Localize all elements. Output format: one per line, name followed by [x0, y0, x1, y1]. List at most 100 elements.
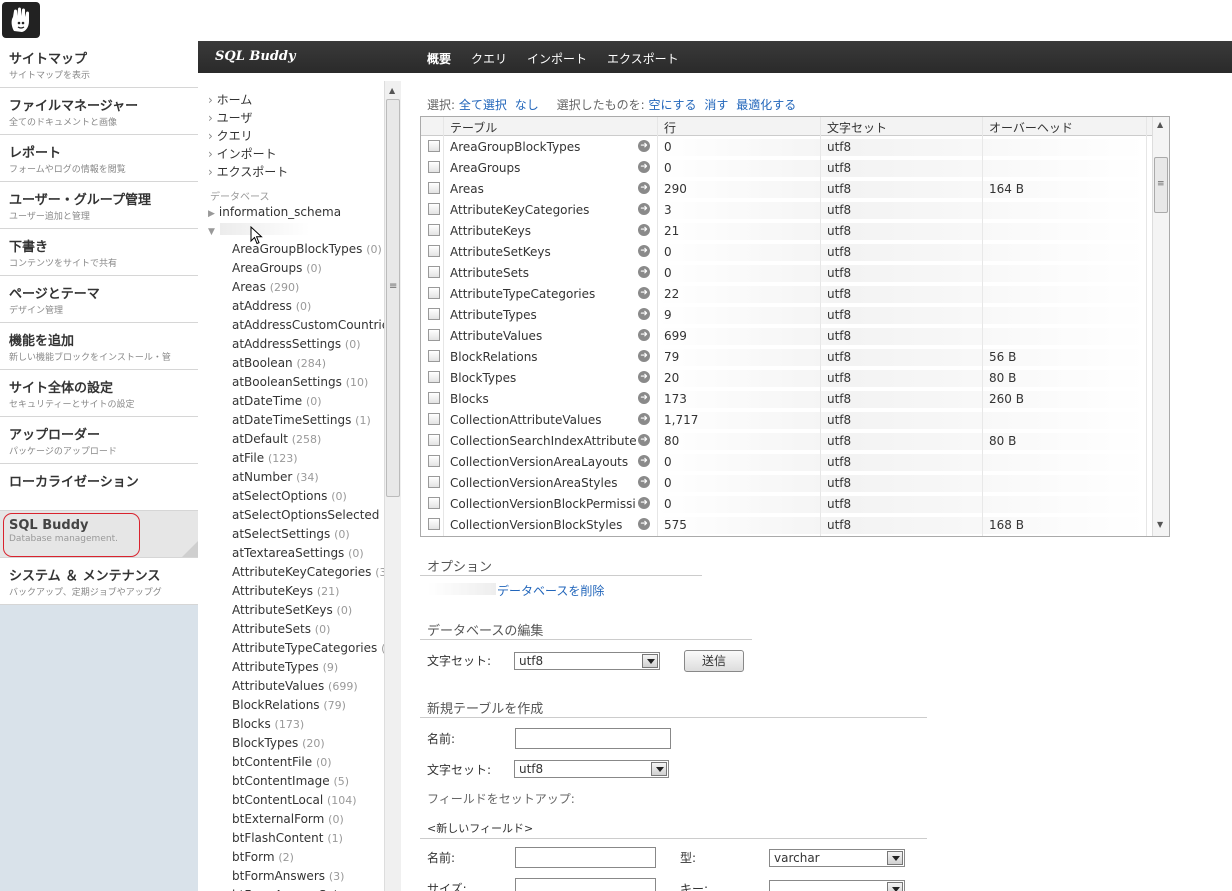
tree-table-item[interactable]: atDateTimeSettings (1)	[232, 411, 384, 430]
row-arrow-icon[interactable]: ➜	[638, 518, 650, 530]
row-table-name[interactable]: CollectionSearchIndexAttributes	[450, 434, 636, 448]
row-arrow-icon[interactable]: ➜	[638, 329, 650, 341]
sidebar-item-pages-themes[interactable]: ページとテーマ デザイン管理	[0, 276, 198, 323]
tree-table-item[interactable]: atSelectOptionsSelected (0	[232, 506, 384, 525]
tree-table-item[interactable]: AttributeValues (699)	[232, 677, 384, 696]
row-arrow-icon[interactable]: ➜	[638, 140, 650, 152]
table-row[interactable]: CollectionVersionBlockStyles ➜ 575 utf8 168 …	[421, 515, 1149, 536]
row-table-name[interactable]: AttributeValues	[450, 329, 636, 343]
tree-table-item[interactable]: atDefault (258)	[232, 430, 384, 449]
edit-charset-select[interactable]: utf8	[514, 652, 660, 670]
sidebar-item-sitemap[interactable]: サイトマップ サイトマップを表示	[0, 41, 198, 88]
database-expanded[interactable]: ▼	[208, 223, 219, 237]
table-row[interactable]: Blocks ➜ 173 utf8 260 B	[421, 389, 1149, 410]
row-checkbox[interactable]	[428, 161, 440, 173]
row-checkbox[interactable]	[428, 308, 440, 320]
sidebar-item-add-functionality[interactable]: 機能を追加 新しい機能ブロックをインストール・管	[0, 323, 198, 370]
tree-table-item[interactable]: AttributeKeys (21)	[232, 582, 384, 601]
optimize-link[interactable]: 最適化する	[736, 98, 796, 112]
tree-table-item[interactable]: btFormAnswers (3)	[232, 867, 384, 886]
table-row[interactable]: AttributeValues ➜ 699 utf8	[421, 326, 1149, 347]
sidebar-item-uploader[interactable]: アップローダー パッケージのアップロード	[0, 417, 198, 464]
row-arrow-icon[interactable]: ➜	[638, 308, 650, 320]
tree-table-item[interactable]: AttributeTypes (9)	[232, 658, 384, 677]
tree-table-item[interactable]: atBoolean (284)	[232, 354, 384, 373]
sidebar-item-file-manager[interactable]: ファイルマネージャー 全てのドキュメントと画像	[0, 88, 198, 135]
table-row[interactable]: CollectionVersionBlockPermissio ➜ 0 utf8	[421, 494, 1149, 515]
tree-menu-home[interactable]: ホーム	[208, 91, 288, 109]
row-arrow-icon[interactable]: ➜	[638, 266, 650, 278]
tree-table-item[interactable]: AttributeSetKeys (0)	[232, 601, 384, 620]
row-checkbox[interactable]	[428, 518, 440, 530]
row-table-name[interactable]: BlockRelations	[450, 350, 636, 364]
tree-table-item[interactable]: btFormAnswerSet (1)	[232, 886, 384, 891]
row-table-name[interactable]: Areas	[450, 182, 636, 196]
tree-table-item[interactable]: atSelectOptions (0)	[232, 487, 384, 506]
row-checkbox[interactable]	[428, 350, 440, 362]
row-arrow-icon[interactable]: ➜	[638, 245, 650, 257]
row-arrow-icon[interactable]: ➜	[638, 182, 650, 194]
table-row[interactable]: AttributeTypeCategories ➜ 22 utf8	[421, 284, 1149, 305]
row-checkbox[interactable]	[428, 413, 440, 425]
field-key-select[interactable]	[769, 880, 905, 891]
tree-table-item[interactable]: atNumber (34)	[232, 468, 384, 487]
table-row[interactable]: Areas ➜ 290 utf8 164 B	[421, 179, 1149, 200]
sidebar-item-drafts[interactable]: 下書き コンテンツをサイトで共有	[0, 229, 198, 276]
tree-scrollbar[interactable]: ▲ ≡	[384, 81, 401, 891]
row-checkbox[interactable]	[428, 434, 440, 446]
sidebar-item-localization[interactable]: ローカライゼーション	[0, 464, 198, 511]
tree-table-item[interactable]: atAddressCustomCountries	[232, 316, 384, 335]
tree-table-item[interactable]: AreaGroups (0)	[232, 259, 384, 278]
sidebar-item-sql-buddy[interactable]: SQL Buddy Database management.	[0, 511, 198, 558]
tree-table-item[interactable]: Areas (290)	[232, 278, 384, 297]
tree-menu-import[interactable]: インポート	[208, 145, 288, 163]
row-table-name[interactable]: AttributeTypes	[450, 308, 636, 322]
row-table-name[interactable]: CollectionAttributeValues	[450, 413, 636, 427]
scroll-down-arrow-icon[interactable]: ▼	[1157, 520, 1163, 529]
field-size-input[interactable]	[515, 878, 656, 891]
table-row[interactable]: CollectionVersionAreaStyles ➜ 0 utf8	[421, 473, 1149, 494]
tree-table-item[interactable]: btContentImage (5)	[232, 772, 384, 791]
tree-table-item[interactable]: AttributeSets (0)	[232, 620, 384, 639]
tree-table-item[interactable]: Blocks (173)	[232, 715, 384, 734]
row-table-name[interactable]: CollectionVersionBlockPermissio	[450, 497, 636, 511]
field-name-input[interactable]	[515, 847, 656, 868]
tree-menu-users[interactable]: ユーザ	[208, 109, 288, 127]
tree-table-item[interactable]: btFlashContent (1)	[232, 829, 384, 848]
table-row[interactable]: AreaGroups ➜ 0 utf8	[421, 158, 1149, 179]
row-arrow-icon[interactable]: ➜	[638, 224, 650, 236]
row-arrow-icon[interactable]: ➜	[638, 413, 650, 425]
table-row[interactable]: AttributeSets ➜ 0 utf8	[421, 263, 1149, 284]
row-checkbox[interactable]	[428, 203, 440, 215]
tree-table-item[interactable]: atAddress (0)	[232, 297, 384, 316]
row-table-name[interactable]: CollectionVersionAreaLayouts	[450, 455, 636, 469]
tree-table-item[interactable]: atSelectSettings (0)	[232, 525, 384, 544]
table-row[interactable]: CollectionVersionAreaLayouts ➜ 0 utf8	[421, 452, 1149, 473]
submit-button[interactable]: 送信	[684, 650, 744, 672]
tree-table-item[interactable]: btExternalForm (0)	[232, 810, 384, 829]
sidebar-item-site-settings[interactable]: サイト全体の設定 セキュリティーとサイトの設定	[0, 370, 198, 417]
tree-menu-export[interactable]: エクスポート	[208, 163, 289, 181]
tree-table-item[interactable]: AttributeKeyCategories (3)	[232, 563, 384, 582]
nav-export[interactable]: エクスポート	[607, 50, 679, 67]
row-checkbox[interactable]	[428, 392, 440, 404]
row-checkbox[interactable]	[428, 182, 440, 194]
tree-table-item[interactable]: BlockRelations (79)	[232, 696, 384, 715]
concrete5-logo[interactable]	[2, 2, 40, 38]
drop-link[interactable]: 消す	[704, 98, 728, 112]
row-table-name[interactable]: AttributeSetKeys	[450, 245, 636, 259]
tree-table-item[interactable]: BlockTypes (20)	[232, 734, 384, 753]
nav-overview[interactable]: 概要	[427, 50, 451, 67]
tree-table-item[interactable]: atBooleanSettings (10)	[232, 373, 384, 392]
row-arrow-icon[interactable]: ➜	[638, 392, 650, 404]
row-arrow-icon[interactable]: ➜	[638, 203, 650, 215]
tree-table-item[interactable]: btForm (2)	[232, 848, 384, 867]
table-row[interactable]: AttributeKeyCategories ➜ 3 utf8	[421, 200, 1149, 221]
nav-import[interactable]: インポート	[527, 50, 587, 67]
table-row[interactable]: CollectionSearchIndexAttributes ➜ 80 utf8 80…	[421, 431, 1149, 452]
tree-scroll-thumb[interactable]	[386, 99, 400, 497]
grid-scrollbar[interactable]: ▲ ≡ ▼	[1152, 117, 1169, 536]
row-checkbox[interactable]	[428, 287, 440, 299]
table-row[interactable]: AttributeKeys ➜ 21 utf8	[421, 221, 1149, 242]
table-charset-select[interactable]: utf8	[514, 760, 669, 778]
